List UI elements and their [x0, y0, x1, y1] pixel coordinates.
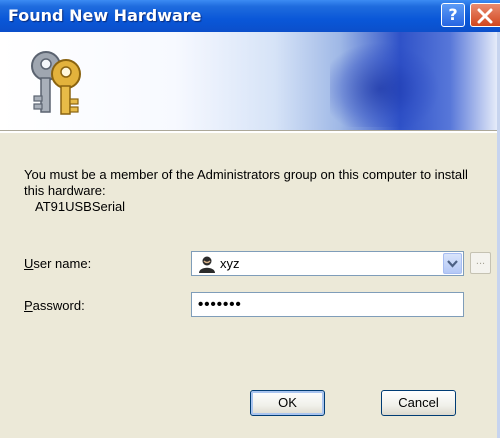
password-label-accelerator: P: [24, 298, 33, 313]
cancel-button[interactable]: Cancel: [381, 390, 456, 416]
keys-icon: [31, 51, 81, 115]
password-label-text: assword:: [32, 298, 85, 313]
username-label: User name:: [24, 256, 91, 271]
banner-separator: [0, 130, 500, 133]
user-icon: [199, 256, 215, 273]
chevron-down-icon: [447, 260, 458, 268]
username-value: xyz: [220, 256, 240, 271]
window-title: Found New Hardware: [8, 6, 202, 25]
username-dropdown-button[interactable]: [443, 253, 462, 274]
password-field[interactable]: •••••••: [191, 292, 464, 317]
close-button[interactable]: [470, 3, 500, 27]
close-icon: [477, 8, 493, 24]
password-label: Password:: [24, 298, 85, 313]
header-banner: [0, 32, 500, 130]
browse-users-button[interactable]: ...: [470, 252, 491, 274]
username-combobox[interactable]: xyz: [191, 251, 464, 276]
username-label-accelerator: U: [24, 256, 34, 271]
device-name: AT91USBSerial: [35, 199, 126, 214]
help-icon: ?: [448, 5, 458, 24]
ok-button[interactable]: OK: [250, 390, 325, 416]
title-bar: Found New Hardware ?: [0, 0, 500, 32]
help-button[interactable]: ?: [441, 3, 465, 27]
admin-required-message: You must be a member of the Administrato…: [24, 167, 468, 198]
username-label-text: ser name:: [33, 256, 92, 271]
banner-artwork: [330, 42, 440, 127]
